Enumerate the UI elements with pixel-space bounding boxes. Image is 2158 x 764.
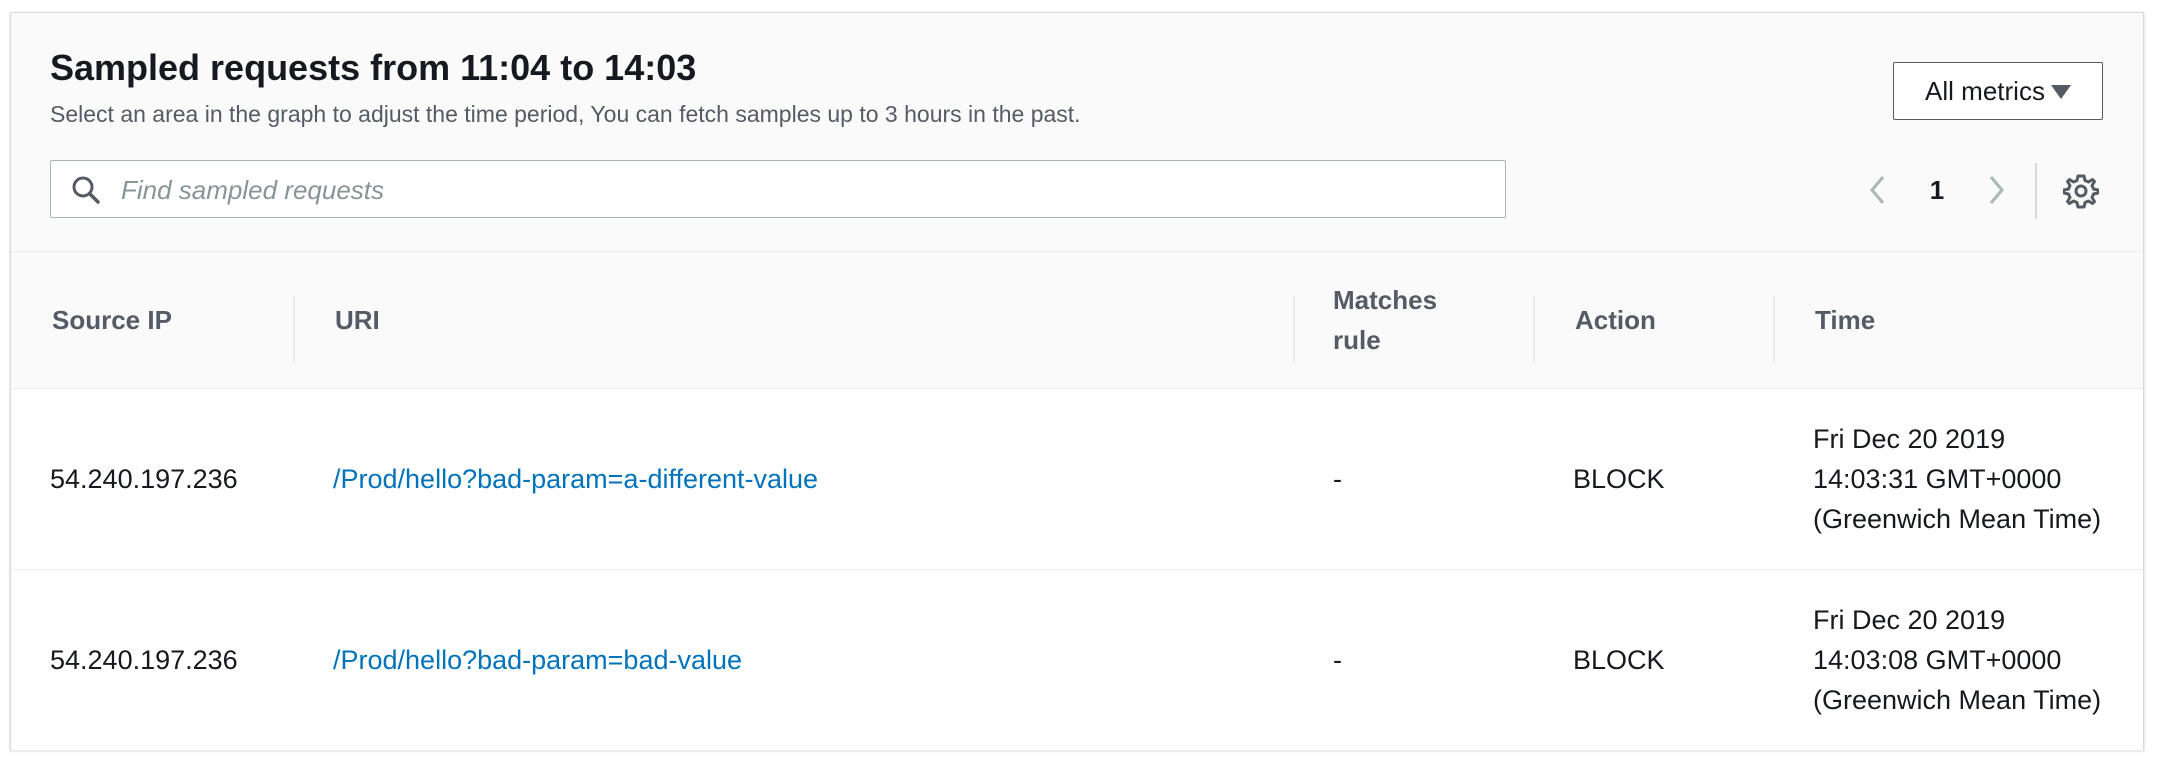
cell-action: BLOCK xyxy=(1573,464,1665,494)
sampled-requests-panel: Sampled requests from 11:04 to 14:03 Sel… xyxy=(10,12,2144,751)
request-uri-link[interactable]: /Prod/hello?bad-param=a-different-value xyxy=(333,459,818,499)
cell-matches-rule: - xyxy=(1333,464,1342,494)
chevron-left-icon xyxy=(1870,176,1885,204)
next-page-button[interactable] xyxy=(1979,173,2013,207)
table-row: 54.240.197.236 /Prod/hello?bad-param=bad… xyxy=(11,570,2143,751)
table-header: Source IP URI Matches rule Action Time xyxy=(11,252,2143,389)
gear-icon[interactable] xyxy=(2063,173,2099,209)
all-metrics-label: All metrics xyxy=(1925,75,2045,106)
request-uri-link[interactable]: /Prod/hello?bad-param=bad-value xyxy=(333,640,742,680)
cell-action: BLOCK xyxy=(1573,645,1665,675)
panel-title: Sampled requests from 11:04 to 14:03 xyxy=(50,47,697,88)
search-input[interactable] xyxy=(119,169,1493,211)
current-page-number[interactable]: 1 xyxy=(1895,175,1979,206)
pager-divider xyxy=(2035,163,2037,219)
caret-down-icon xyxy=(2050,85,2071,99)
cell-source-ip: 54.240.197.236 xyxy=(50,645,238,675)
all-metrics-dropdown[interactable]: All metrics xyxy=(1893,62,2103,120)
cell-time: Fri Dec 20 2019 14:03:08 GMT+0000 (Green… xyxy=(1813,605,2102,715)
column-divider xyxy=(293,296,295,364)
panel-header: Sampled requests from 11:04 to 14:03 Sel… xyxy=(11,13,2143,252)
cell-matches-rule: - xyxy=(1333,645,1342,675)
column-header-action[interactable]: Action xyxy=(1575,252,1656,388)
column-header-source-ip[interactable]: Source IP xyxy=(52,252,172,388)
search-icon xyxy=(72,176,100,204)
column-divider xyxy=(1293,296,1295,364)
column-header-matches-rule[interactable]: Matches rule xyxy=(1333,252,1473,388)
chevron-right-icon xyxy=(1989,176,2004,204)
search-box[interactable] xyxy=(50,160,1506,218)
previous-page-button[interactable] xyxy=(1861,173,1895,207)
column-divider xyxy=(1773,296,1775,364)
cell-source-ip: 54.240.197.236 xyxy=(50,464,238,494)
column-header-time[interactable]: Time xyxy=(1815,252,1875,388)
column-divider xyxy=(1533,296,1535,364)
panel-subtitle: Select an area in the graph to adjust th… xyxy=(50,101,1081,127)
cell-time: Fri Dec 20 2019 14:03:31 GMT+0000 (Green… xyxy=(1813,424,2102,534)
pagination: 1 xyxy=(1861,173,2013,207)
table-row: 54.240.197.236 /Prod/hello?bad-param=a-d… xyxy=(11,389,2143,570)
column-header-uri[interactable]: URI xyxy=(335,252,380,388)
